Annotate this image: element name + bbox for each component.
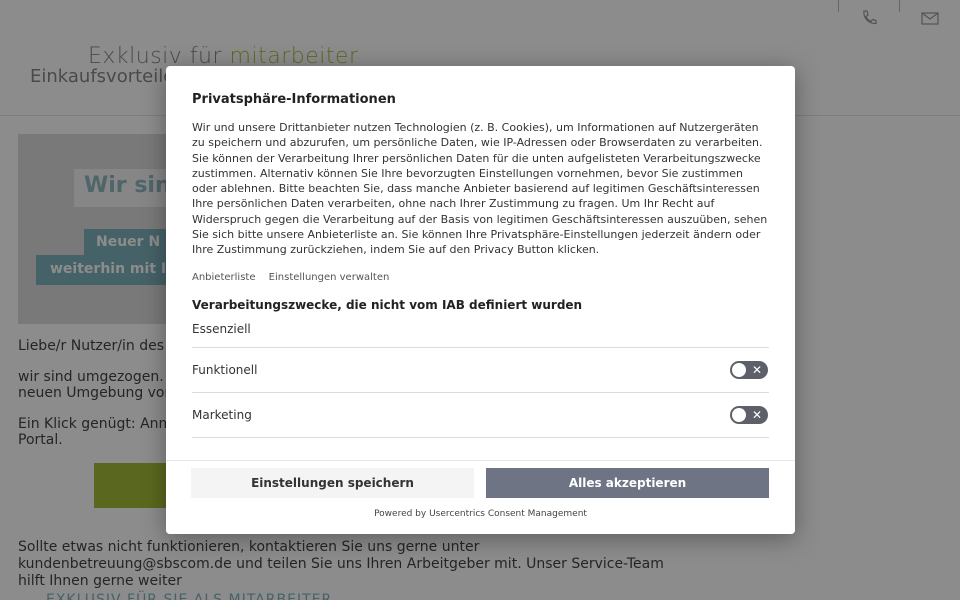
toggle-knob: [732, 362, 746, 377]
functional-toggle[interactable]: ✕: [730, 360, 768, 379]
consent-content[interactable]: Privatsphäre-Informationen Wir und unser…: [166, 66, 795, 460]
close-icon: ✕: [751, 407, 762, 422]
dialog-description: Wir und unsere Drittanbieter nutzen Tech…: [192, 121, 768, 257]
category-row-functional[interactable]: Funktionell ✕: [192, 348, 769, 393]
dialog-title: Privatsphäre-Informationen: [192, 92, 396, 107]
close-icon: ✕: [751, 362, 762, 377]
manage-settings-link[interactable]: Einstellungen verwalten: [269, 272, 390, 283]
category-row-marketing[interactable]: Marketing ✕: [192, 393, 769, 438]
consent-dialog: Privatsphäre-Informationen Wir und unser…: [166, 66, 795, 534]
category-row-essential[interactable]: Essenziell: [192, 312, 769, 348]
category-label: Marketing: [192, 407, 252, 422]
accept-all-button[interactable]: Alles akzeptieren: [486, 468, 769, 498]
toggle-knob: [732, 407, 746, 422]
category-label: Essenziell: [192, 322, 251, 337]
dialog-links: Anbieterliste Einstellungen verwalten: [192, 272, 769, 283]
category-label: Funktionell: [192, 362, 258, 377]
section-title: Verarbeitungszwecke, die nicht vom IAB d…: [192, 297, 583, 312]
powered-by-text[interactable]: Powered by Usercentrics Consent Manageme…: [166, 509, 795, 519]
vendor-list-link[interactable]: Anbieterliste: [192, 272, 255, 283]
dialog-footer: Einstellungen speichern Alles akzeptiere…: [166, 460, 795, 534]
marketing-toggle[interactable]: ✕: [730, 405, 768, 424]
save-settings-button[interactable]: Einstellungen speichern: [191, 468, 474, 498]
